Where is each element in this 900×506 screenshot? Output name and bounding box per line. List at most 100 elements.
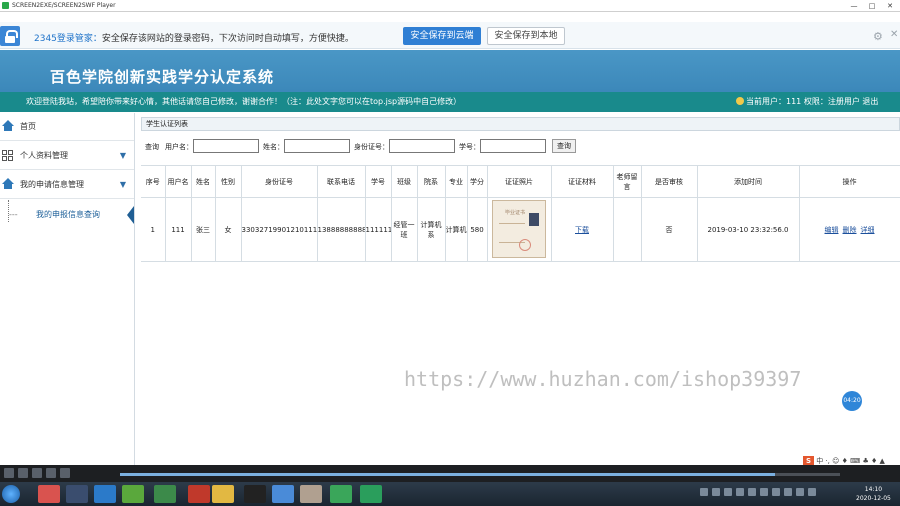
flash-icon[interactable] (188, 485, 210, 503)
user-icon (736, 97, 744, 105)
tray-icon[interactable] (760, 488, 768, 496)
column-header: 老师留言 (613, 165, 642, 198)
window-title: SCREEN2EXE/SCREEN2SWF Player (12, 2, 116, 9)
forward-icon[interactable] (60, 468, 70, 478)
sidebar-item-profile[interactable]: 个人资料管理 ▼ (0, 142, 134, 170)
home-icon (2, 178, 14, 189)
certificate-title: 毕业证书 (505, 209, 526, 216)
username-label: 用户名： (165, 143, 193, 151)
tray-icon[interactable] (808, 488, 816, 496)
delete-link[interactable]: 删除 (843, 226, 857, 234)
sidebar-item-applications[interactable]: 我的申请信息管理 ▼ (0, 171, 134, 199)
name-input[interactable] (284, 139, 350, 153)
sidebar-subitem-my-submissions[interactable]: --- 我的申报信息查询 (0, 200, 134, 230)
tray-icon[interactable] (796, 488, 804, 496)
app-icon (2, 2, 9, 9)
photo-icon[interactable] (300, 485, 322, 503)
edit-link[interactable]: 编辑 (825, 226, 839, 234)
sidebar-item-home[interactable]: 首页 (0, 113, 134, 141)
grid-icon (2, 150, 14, 161)
cell-idcard: 330327199012101111 (241, 197, 318, 262)
cell-teacher-message (613, 197, 642, 262)
sidebar: 首页 个人资料管理 ▼ 我的申请信息管理 ▼ --- 我的申报信息查询 (0, 113, 135, 465)
cell-gender: 女 (215, 197, 242, 262)
tray-icon[interactable] (748, 488, 756, 496)
clock-time: 14:10 (864, 486, 883, 493)
chevron-down-icon: ▼ (119, 180, 126, 189)
sidebar-item-label: 个人资料管理 (20, 151, 68, 160)
close-icon[interactable]: ✕ (890, 29, 898, 40)
column-header: 身份证号 (241, 165, 318, 198)
tray-icon[interactable] (772, 488, 780, 496)
chrome-icon[interactable] (38, 485, 60, 503)
tray-icon[interactable] (724, 488, 732, 496)
media-player-icon[interactable] (66, 485, 88, 503)
playback-progress[interactable] (120, 473, 840, 476)
tray-icon[interactable] (700, 488, 708, 496)
panel-title: 学生认证列表 (141, 117, 900, 131)
minimize-button[interactable]: — (848, 0, 860, 12)
seal-stamp (519, 238, 531, 251)
current-user-info: 当前用户：111 权限：注册用户 退出 (736, 92, 878, 112)
password-bar-message: 2345登录管家：安全保存该网站的登录密码，下次访问时自动填写，方便快捷。 (34, 31, 354, 44)
save-to-cloud-button[interactable]: 安全保存到云端 (403, 27, 481, 45)
username-input[interactable] (193, 139, 259, 153)
tray-icon[interactable] (736, 488, 744, 496)
clock[interactable]: 14:10 2020-12-05 (856, 485, 891, 503)
window-titlebar: SCREEN2EXE/SCREEN2SWF Player — □ ✕ (0, 0, 900, 12)
column-header: 是否审核 (641, 165, 698, 198)
certificate-image[interactable]: 毕业证书 (492, 199, 546, 258)
column-header: 姓名 (191, 165, 216, 198)
detail-link[interactable]: 详细 (861, 226, 875, 234)
rewind-icon[interactable] (46, 468, 56, 478)
chevron-down-icon: ▼ (119, 151, 126, 160)
spreadsheet-icon[interactable] (154, 485, 176, 503)
cell-student-no: 111111 (365, 197, 392, 262)
folder-icon[interactable] (212, 485, 234, 503)
cell-name: 张三 (191, 197, 216, 262)
stop-icon[interactable] (32, 468, 42, 478)
search-button[interactable]: 查询 (552, 139, 576, 153)
cell-phone: 13888888888 (317, 197, 366, 262)
cell-index: 1 (141, 197, 166, 262)
system-title: 百色学院创新实践学分认定系统 (50, 68, 275, 86)
cloud-icon[interactable] (272, 485, 294, 503)
pause-icon[interactable] (18, 468, 28, 478)
column-header: 学号 (365, 165, 392, 198)
maximize-button[interactable]: □ (866, 0, 878, 12)
download-link[interactable]: 下载 (575, 226, 589, 234)
app-icon[interactable] (122, 485, 144, 503)
active-marker-icon (127, 206, 134, 224)
cell-department: 计算机系 (417, 197, 446, 262)
sidebar-item-label: 首页 (20, 122, 36, 131)
idcard-input[interactable] (389, 139, 455, 153)
column-header: 院系 (417, 165, 446, 198)
query-form: 查询 用户名： 姓名： 身份证号： 学号： 查询 (145, 139, 576, 155)
gear-icon[interactable]: ⚙ (873, 30, 883, 43)
close-window-button[interactable]: ✕ (884, 0, 896, 12)
wechat-icon[interactable] (330, 485, 352, 503)
role-and-logout[interactable]: 权限：注册用户 退出 (804, 97, 879, 106)
tree-dash: --- (9, 210, 18, 219)
column-header: 证证材料 (551, 165, 614, 198)
column-header: 序号 (141, 165, 166, 198)
studentno-label: 学号： (459, 143, 480, 151)
main-content: 学生认证列表 查询 用户名： 姓名： 身份证号： 学号： 查询 序号 用户名 姓… (141, 117, 900, 463)
name-label: 姓名： (263, 143, 284, 151)
tray-icon[interactable] (712, 488, 720, 496)
column-header: 添加时间 (697, 165, 800, 198)
ime-status-text[interactable]: 中 ·, ☺ ♦ ⌨ ♣ ♦ ▲ (816, 457, 885, 465)
cell-operations: 编辑 删除 详细 (799, 197, 900, 262)
column-header: 用户名 (165, 165, 192, 198)
welcome-bar: 欢迎登陆我站，希望陪你带来好心情，其他话请您自己修改，谢谢合作！（注：此处文字您… (0, 92, 900, 112)
browser-icon[interactable] (94, 485, 116, 503)
studentno-input[interactable] (480, 139, 546, 153)
tray-icon[interactable] (784, 488, 792, 496)
start-button-icon[interactable] (2, 485, 20, 503)
save-to-local-button[interactable]: 安全保存到本地 (487, 27, 565, 45)
play-icon[interactable] (4, 468, 14, 478)
watermark-text: https://www.huzhan.com/ishop39397 (404, 367, 802, 391)
recorder-icon[interactable] (360, 485, 382, 503)
qq-icon[interactable] (244, 485, 266, 503)
home-icon (2, 120, 14, 131)
